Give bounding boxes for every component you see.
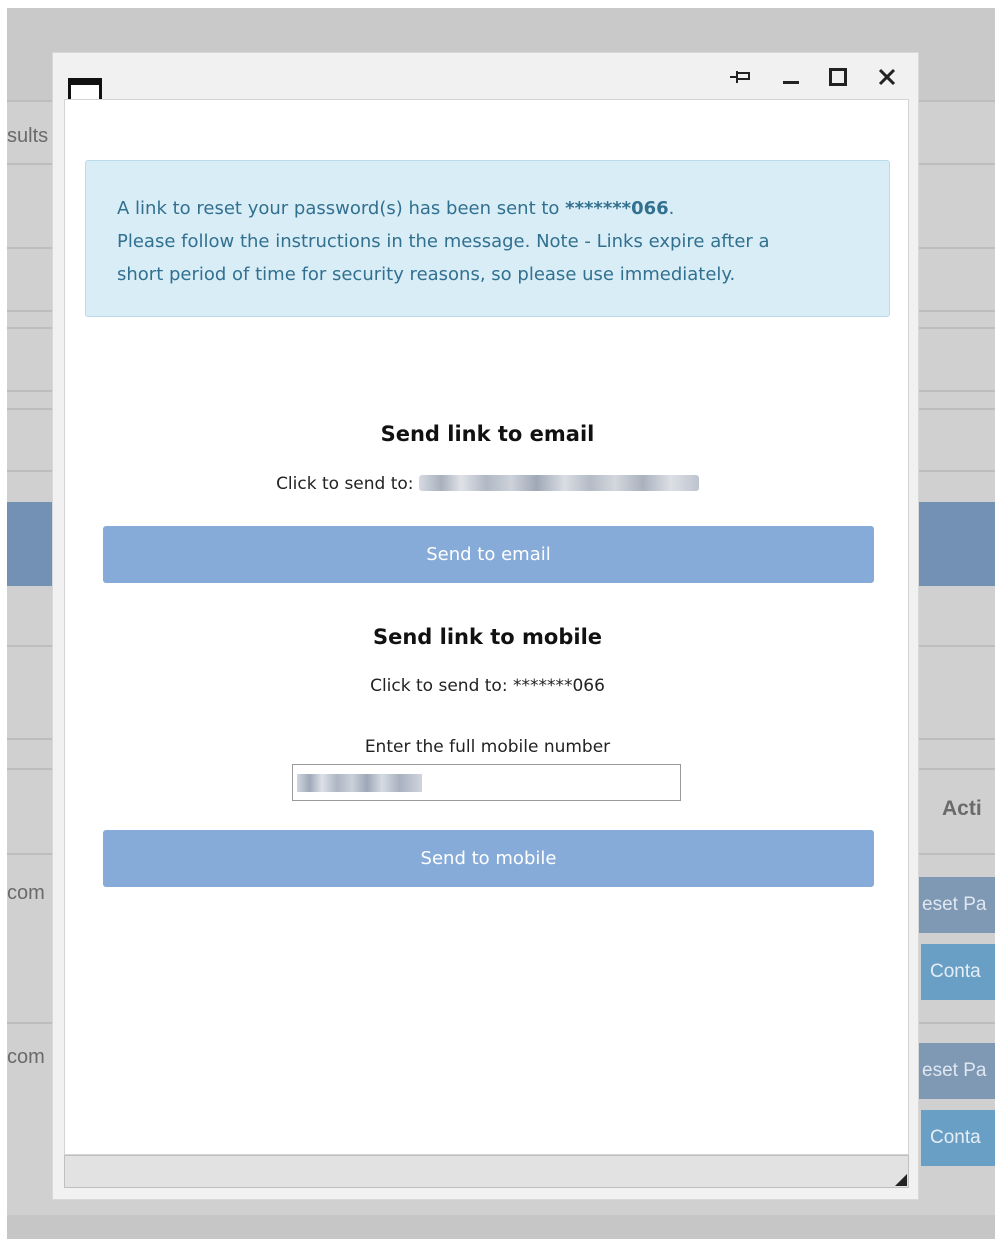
email-send-to-text: Click to send to: xyxy=(65,474,910,494)
alert-line-2: Please follow the instructions in the me… xyxy=(117,231,770,252)
row2-reset-password-button[interactable]: eset Pa xyxy=(918,1043,995,1099)
row2-contact-button[interactable]: Conta xyxy=(921,1110,995,1166)
redacted-mobile-value xyxy=(297,774,422,792)
dialog-title-bar[interactable] xyxy=(53,53,918,108)
minimize-icon[interactable] xyxy=(776,63,806,91)
actions-column-header: Acti xyxy=(942,797,982,820)
send-to-email-button[interactable]: Send to email xyxy=(103,526,874,583)
background-footer xyxy=(7,1215,995,1239)
maximize-icon[interactable] xyxy=(823,63,853,91)
row1-reset-password-button[interactable]: eset Pa xyxy=(918,877,995,933)
results-label: sults xyxy=(7,125,49,147)
email-section-title: Send link to email xyxy=(380,422,595,446)
send-to-mobile-button[interactable]: Send to mobile xyxy=(103,830,874,887)
row1-email: com xyxy=(7,882,45,904)
alert-line-3: short period of time for security reason… xyxy=(117,264,736,285)
background-top-bar xyxy=(0,0,995,8)
background-left-edge xyxy=(0,8,7,1239)
alert-line-1: A link to reset your password(s) has bee… xyxy=(117,198,675,219)
reset-password-dialog: A link to reset your password(s) has bee… xyxy=(52,52,919,1200)
mobile-number-label: Enter the full mobile number xyxy=(364,737,611,757)
dialog-status-bar xyxy=(64,1155,909,1188)
resize-grip-icon[interactable] xyxy=(895,1174,907,1186)
row2-email: com xyxy=(7,1046,45,1068)
mobile-send-to-text: Click to send to: *******066 xyxy=(370,676,605,696)
mobile-section-title: Send link to mobile xyxy=(372,625,603,649)
pin-icon[interactable] xyxy=(725,63,755,91)
info-alert: A link to reset your password(s) has bee… xyxy=(85,160,890,317)
redacted-email xyxy=(418,475,699,491)
masked-mobile-number: *******066 xyxy=(565,198,669,219)
close-icon[interactable] xyxy=(872,63,902,91)
row1-contact-button[interactable]: Conta xyxy=(921,944,995,1000)
mobile-number-input[interactable] xyxy=(292,764,681,801)
dialog-content: A link to reset your password(s) has bee… xyxy=(64,99,909,1155)
